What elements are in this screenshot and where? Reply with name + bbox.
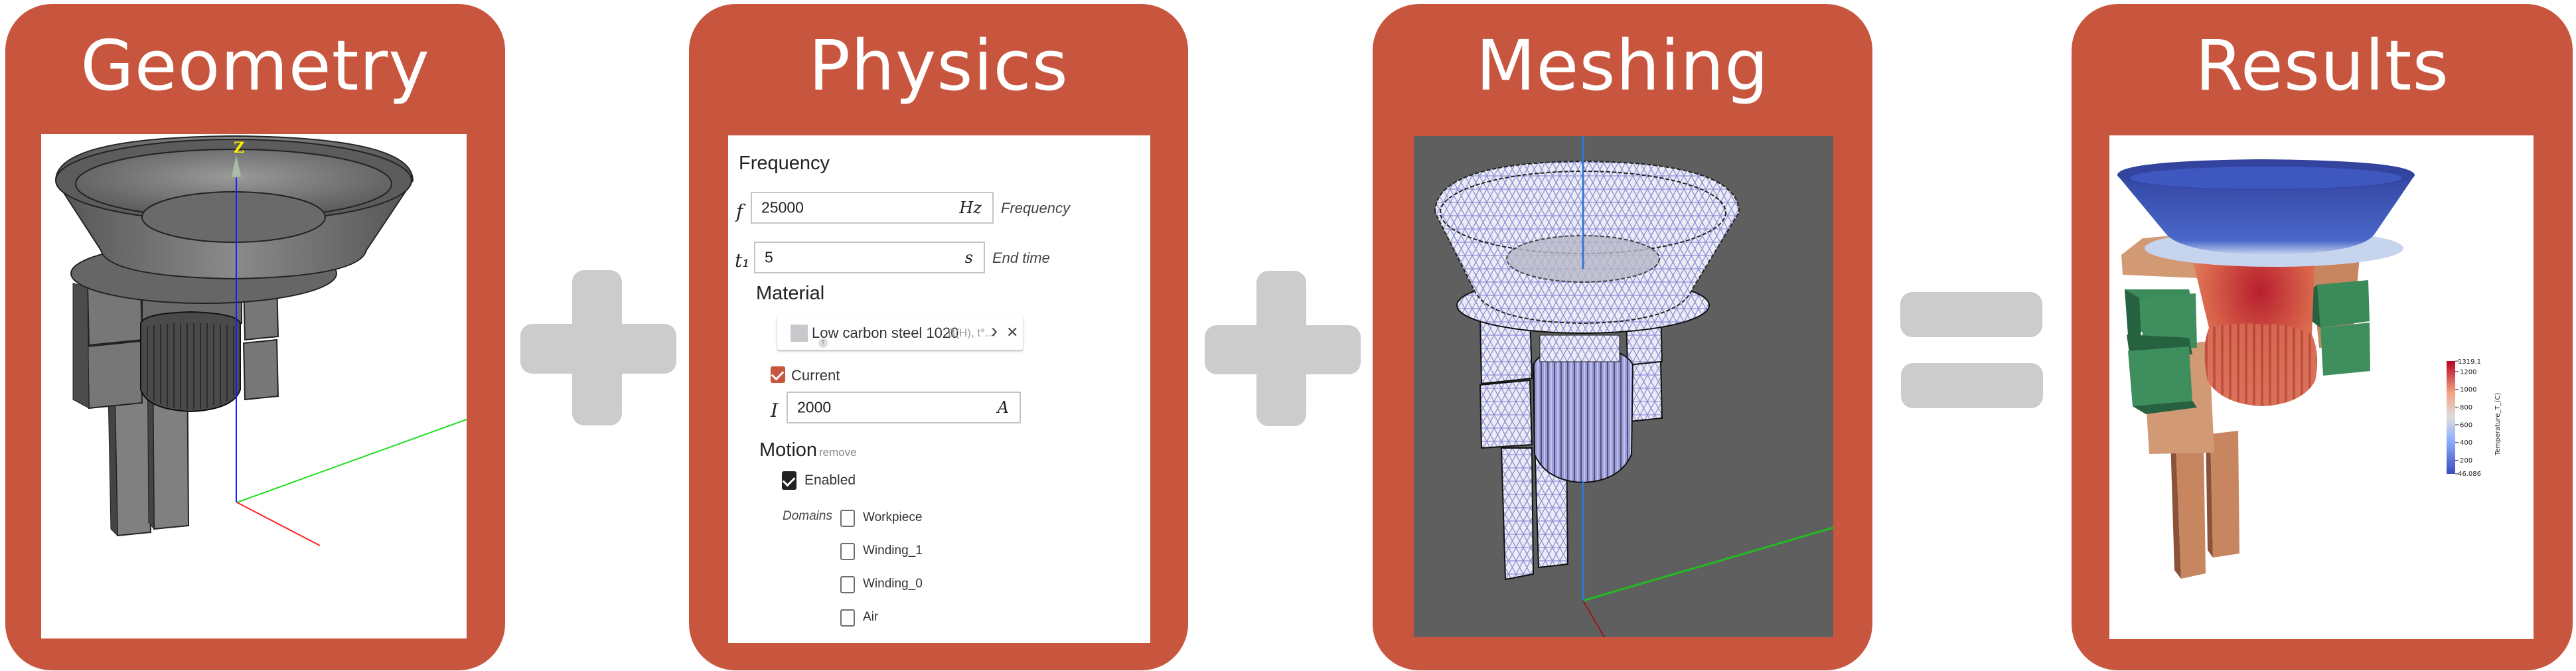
colorbar-tick-label: 600 bbox=[2460, 422, 2472, 429]
axis-x bbox=[1582, 600, 1606, 637]
axis-y bbox=[236, 419, 467, 503]
current-value: 2000 bbox=[797, 398, 832, 416]
close-icon[interactable]: ✕ bbox=[1006, 324, 1018, 341]
geometry-title: Geometry bbox=[80, 25, 430, 106]
geometry-viewport[interactable]: Z bbox=[41, 134, 467, 638]
material-name: Low carbon steel 1020 bbox=[812, 325, 959, 341]
material-temperature-badge: T bbox=[818, 338, 828, 348]
checkmark-icon bbox=[771, 367, 785, 381]
current-label: Current bbox=[791, 367, 840, 384]
meshing-model bbox=[1434, 136, 1833, 637]
axis-y bbox=[1582, 526, 1833, 602]
meshing-title: Meshing bbox=[1476, 25, 1770, 106]
results-title: Results bbox=[2195, 25, 2449, 106]
physics-form: Frequency f 25000 Hz Frequency t₁ 5 s En… bbox=[728, 135, 1150, 643]
colorbar-tick-label: 800 bbox=[2460, 404, 2472, 411]
domain-label-workpiece: Workpiece bbox=[863, 510, 923, 524]
frequency-input[interactable]: 25000 Hz bbox=[751, 192, 994, 224]
motion-enabled-label: Enabled bbox=[804, 473, 856, 488]
axis-x bbox=[236, 502, 321, 546]
frequency-value: 25000 bbox=[761, 198, 804, 216]
material-properties: B(H), t°… bbox=[948, 327, 996, 339]
current-unit: A bbox=[997, 398, 1009, 417]
checkmark-icon bbox=[782, 473, 796, 487]
material-heading: Material bbox=[756, 283, 825, 304]
end-time-unit: s bbox=[964, 248, 973, 267]
domain-label-air: Air bbox=[863, 610, 879, 624]
material-chip[interactable]: Low carbon steel 1020 B(H), t°… T › ✕ bbox=[777, 316, 1023, 350]
colorbar-ticks: 1200 1000 800 600 400 200 bbox=[2455, 360, 2476, 475]
end-time-description: End time bbox=[992, 250, 1050, 266]
colorbar-tick-label: 1200 bbox=[2460, 368, 2476, 376]
end-time-input[interactable]: 5 s bbox=[754, 242, 985, 273]
domain-checkbox-workpiece[interactable] bbox=[840, 510, 855, 527]
frequency-symbol: f bbox=[736, 200, 743, 222]
domain-label-winding-1: Winding_1 bbox=[863, 544, 923, 558]
geometry-model: Z bbox=[54, 135, 467, 546]
colorbar-max-label: 1319.1 bbox=[2458, 358, 2481, 366]
colorbar-tick-label: 200 bbox=[2460, 457, 2472, 465]
geometry-panel: Geometry Z bbox=[5, 4, 505, 670]
domain-checkbox-air[interactable] bbox=[840, 609, 855, 627]
motion-enabled-checkbox[interactable] bbox=[782, 471, 796, 490]
plus-operator-vertical bbox=[572, 270, 622, 425]
domain-checkbox-winding-0[interactable] bbox=[840, 576, 855, 593]
meshing-viewport[interactable] bbox=[1414, 136, 1833, 637]
colorbar-title: Temperature_T_(C) bbox=[2494, 393, 2502, 456]
current-input[interactable]: 2000 A bbox=[787, 392, 1021, 423]
end-time-value: 5 bbox=[765, 248, 773, 266]
domain-label-winding-0: Winding_0 bbox=[863, 577, 923, 591]
motion-heading: Motion bbox=[759, 439, 818, 461]
colorbar-tick-label: 400 bbox=[2460, 439, 2472, 447]
physics-title: Physics bbox=[808, 25, 1069, 106]
frequency-section-heading: Frequency bbox=[739, 153, 830, 174]
results-viewport[interactable]: 1200 1000 800 600 400 200 1319.1 46.086 Tempe… bbox=[2109, 135, 2534, 639]
end-time-symbol: t₁ bbox=[735, 250, 750, 271]
results-model: 1200 1000 800 600 400 200 1319.1 46.086 Tempe… bbox=[2117, 159, 2502, 579]
frequency-unit: Hz bbox=[959, 198, 982, 217]
equals-operator-top bbox=[1900, 292, 2042, 337]
current-symbol: I bbox=[771, 400, 779, 421]
motion-remove-link[interactable]: remove bbox=[819, 446, 857, 459]
colorbar-tick-label: 1000 bbox=[2460, 386, 2476, 394]
axis-z-label: Z bbox=[234, 139, 244, 157]
plus-operator-vertical bbox=[1256, 271, 1306, 426]
frequency-description: Frequency bbox=[1001, 200, 1070, 216]
domains-label: Domains bbox=[783, 509, 832, 523]
colorbar-min-label: 46.086 bbox=[2458, 471, 2481, 478]
results-panel: Results 1200 1000 800 600 400 200 1319.1… bbox=[2072, 4, 2573, 670]
chevron-right-icon[interactable]: › bbox=[991, 320, 998, 342]
current-checkbox[interactable] bbox=[771, 366, 785, 383]
colorbar bbox=[2447, 361, 2455, 474]
domain-checkbox-winding-1[interactable] bbox=[840, 543, 855, 560]
equals-operator-bottom bbox=[1901, 363, 2043, 408]
meshing-panel: Meshing bbox=[1373, 4, 1872, 670]
physics-panel: Physics Frequency f 25000 Hz Frequency t… bbox=[689, 4, 1188, 670]
material-swatch bbox=[791, 325, 808, 342]
